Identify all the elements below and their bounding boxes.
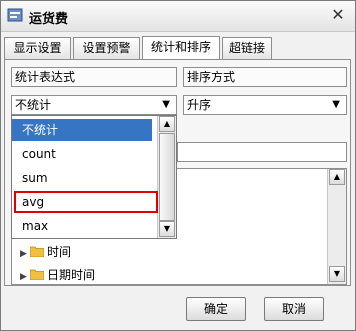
title-bar[interactable]: 运货费 ✕ [1, 1, 355, 32]
expand-arrow-icon[interactable]: ▶ [20, 245, 30, 263]
dropdown-option[interactable]: sum [12, 167, 152, 189]
highlight-box [14, 191, 158, 213]
tree-item-label: 日期时间 [47, 268, 96, 282]
stat-expression-label: 统计表达式 [11, 67, 177, 87]
app-icon [7, 8, 23, 22]
dropdown-option[interactable]: count [12, 143, 152, 165]
tab-stats-and-sort[interactable]: 统计和排序 [142, 36, 220, 60]
chevron-down-icon[interactable]: ▼ [162, 96, 170, 114]
scroll-up-icon[interactable]: ▲ [329, 169, 345, 185]
folder-icon [30, 246, 44, 257]
dropdown-option[interactable]: max [12, 215, 152, 237]
tree-item-time[interactable]: ▶ 时间 [20, 243, 71, 261]
tab-display-settings[interactable]: 显示设置 [4, 37, 71, 59]
tree-item-datetime[interactable]: ▶ 日期时间 [20, 266, 95, 284]
scroll-down-icon[interactable]: ▼ [329, 266, 345, 282]
tab-hyperlink[interactable]: 超链接 [222, 37, 272, 59]
dropdown-scrollbar[interactable]: ▲ ▼ [157, 116, 176, 238]
scroll-down-icon[interactable]: ▼ [159, 221, 175, 237]
expression-input[interactable] [177, 142, 347, 162]
expand-arrow-icon[interactable]: ▶ [20, 268, 30, 286]
sort-select[interactable]: 升序 ▼ [183, 95, 347, 115]
sort-method-label: 排序方式 [183, 67, 347, 87]
tree-item-label: 时间 [47, 245, 72, 259]
chevron-down-icon[interactable]: ▼ [332, 96, 340, 114]
scroll-thumb[interactable] [159, 133, 175, 221]
scroll-up-icon[interactable]: ▲ [159, 116, 175, 132]
cancel-button[interactable]: 取消 [264, 297, 324, 321]
stat-select[interactable]: 不统计 ▼ [11, 95, 177, 115]
tree-scrollbar[interactable]: ▲ ▼ [327, 169, 346, 284]
folder-icon [30, 269, 44, 280]
dropdown-option[interactable]: 不统计 [12, 119, 152, 141]
stat-select-value: 不统计 [15, 98, 52, 112]
sort-select-value: 升序 [187, 98, 212, 112]
ok-button[interactable]: 确定 [186, 297, 246, 321]
tab-alert-settings[interactable]: 设置预警 [73, 37, 140, 59]
dialog-window: 运货费 ✕ 显示设置 设置预警 统计和排序 超链接 统计表达式 排序方式 不统计… [0, 0, 356, 331]
window-title: 运货费 [29, 12, 69, 27]
close-icon[interactable]: ✕ [329, 6, 347, 24]
stat-dropdown-list[interactable]: 不统计 count sum avg max ▲ ▼ [11, 115, 177, 239]
